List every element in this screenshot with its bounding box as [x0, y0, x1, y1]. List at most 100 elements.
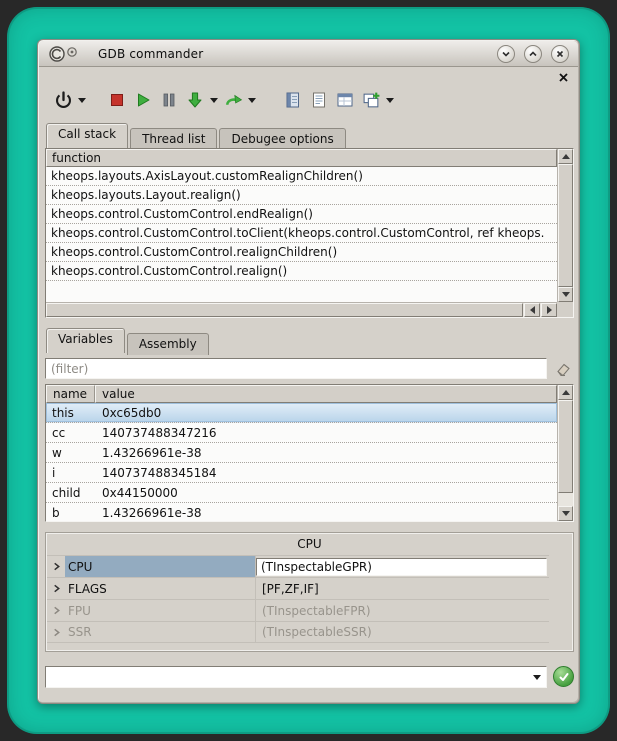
step-into-dropdown-button[interactable]	[208, 87, 220, 113]
cpu-register-row[interactable]: SSR (TInspectableSSR)	[47, 621, 549, 643]
chevron-right-icon	[52, 562, 61, 571]
clear-filter-button[interactable]	[552, 358, 574, 379]
arrow-down-icon	[562, 511, 570, 516]
step-into-button[interactable]	[182, 87, 208, 113]
check-icon	[558, 671, 570, 683]
variables-list: this 0xc65db0 cc 140737488347216 w 1.432…	[46, 403, 557, 521]
minimize-button[interactable]	[497, 45, 515, 63]
add-watch-dropdown-button[interactable]	[384, 87, 396, 113]
register-group-value: [PF,ZF,IF]	[255, 578, 549, 599]
tab-thread-list[interactable]: Thread list	[130, 128, 217, 150]
dropdown-arrow-icon	[210, 98, 218, 103]
dropdown-arrow-icon	[386, 98, 394, 103]
scroll-left-button[interactable]	[524, 303, 540, 317]
tab-variables[interactable]: Variables	[46, 328, 125, 353]
power-button[interactable]	[50, 87, 76, 113]
power-icon	[54, 91, 73, 110]
watch-window-button[interactable]	[332, 87, 358, 113]
scrollbar-thumb[interactable]	[558, 164, 573, 287]
variable-row[interactable]: i 140737488345184	[46, 463, 557, 483]
close-button[interactable]	[551, 45, 569, 63]
arrow-up-icon	[562, 154, 570, 159]
register-group-name: FPU	[65, 600, 255, 621]
expander[interactable]	[47, 600, 65, 621]
command-combobox[interactable]	[45, 666, 547, 688]
scroll-down-button[interactable]	[558, 506, 573, 521]
close-icon	[558, 72, 569, 83]
arrow-right-icon	[547, 306, 552, 314]
variable-name: w	[46, 446, 95, 460]
run-button[interactable]	[130, 87, 156, 113]
tab-assembly[interactable]: Assembly	[127, 333, 209, 355]
power-dropdown-button[interactable]	[76, 87, 88, 113]
execute-command-button[interactable]	[553, 666, 574, 687]
expander[interactable]	[47, 556, 65, 577]
scrollbar-thumb[interactable]	[46, 303, 523, 317]
call-stack-horizontal-scrollbar[interactable]	[46, 302, 557, 317]
cpu-register-row[interactable]: CPU (TInspectableGPR)	[47, 555, 549, 577]
call-stack-row[interactable]: kheops.control.CustomControl.realignChil…	[46, 243, 557, 262]
call-stack-row[interactable]: kheops.control.CustomControl.toClient(kh…	[46, 224, 557, 243]
expander[interactable]	[47, 622, 65, 642]
call-stack-vertical-scrollbar[interactable]	[557, 149, 573, 302]
view-report-button[interactable]	[306, 87, 332, 113]
cpu-panel-title: CPU	[46, 533, 573, 555]
chevron-up-icon	[528, 49, 538, 59]
debugger-tab-bar: Call stack Thread list Debugee options	[46, 124, 348, 148]
cpu-register-row[interactable]: FPU (TInspectableFPR)	[47, 599, 549, 621]
call-stack-row[interactable]: kheops.layouts.Layout.realign()	[46, 186, 557, 205]
scroll-down-button[interactable]	[558, 287, 573, 302]
variable-row[interactable]: this 0xc65db0	[46, 403, 557, 423]
step-over-dropdown-button[interactable]	[246, 87, 258, 113]
maximize-button[interactable]	[524, 45, 542, 63]
variable-row[interactable]: child 0x44150000	[46, 483, 557, 503]
scrollbar-thumb[interactable]	[558, 400, 573, 493]
variable-value: 0x44150000	[95, 486, 557, 500]
variable-row[interactable]: cc 140737488347216	[46, 423, 557, 443]
call-stack-row[interactable]: kheops.control.CustomControl.realign()	[46, 262, 557, 281]
command-input[interactable]	[46, 667, 528, 687]
register-group-value: (TInspectableSSR)	[255, 622, 549, 642]
dropdown-arrow-icon	[533, 675, 541, 680]
tab-call-stack[interactable]: Call stack	[46, 123, 128, 148]
step-over-button[interactable]	[220, 87, 246, 113]
clear-filter-icon	[554, 360, 572, 378]
view-log-button[interactable]	[280, 87, 306, 113]
tab-debugee-options[interactable]: Debugee options	[219, 128, 345, 150]
stop-button[interactable]	[104, 87, 130, 113]
variable-name: this	[46, 406, 95, 420]
scroll-up-button[interactable]	[558, 149, 573, 164]
call-stack-row[interactable]: kheops.layouts.AxisLayout.customRealignC…	[46, 167, 557, 186]
chevron-right-icon	[52, 584, 61, 593]
scroll-right-button[interactable]	[541, 303, 557, 317]
scroll-up-button[interactable]	[558, 385, 573, 400]
step-over-icon	[224, 91, 243, 110]
titlebar[interactable]: GDB commander	[39, 41, 578, 67]
desktop-background: GDB commander	[0, 0, 617, 741]
titlebar-buttons	[497, 45, 569, 63]
column-header-value[interactable]: value	[95, 385, 557, 403]
variable-value: 140737488345184	[95, 466, 557, 480]
pause-button[interactable]	[156, 87, 182, 113]
register-group-value: (TInspectableFPR)	[255, 600, 549, 621]
register-value-editor[interactable]: (TInspectableGPR)	[256, 558, 547, 576]
column-header-name[interactable]: name	[46, 385, 95, 403]
splitter-handle[interactable]	[45, 522, 574, 532]
variables-vertical-scrollbar[interactable]	[557, 385, 573, 521]
expander[interactable]	[47, 578, 65, 599]
watch-window-icon	[336, 91, 354, 109]
call-stack-panel: function kheops.layouts.AxisLayout.custo…	[45, 148, 574, 318]
app-icon[interactable]	[48, 45, 82, 63]
dock-close-button[interactable]	[557, 71, 569, 83]
register-group-value[interactable]: (TInspectableGPR)	[255, 556, 549, 577]
add-watch-button[interactable]	[358, 87, 384, 113]
call-stack-row[interactable]: kheops.control.CustomControl.endRealign(…	[46, 205, 557, 224]
command-dropdown-button[interactable]	[528, 667, 546, 687]
log-book-icon	[284, 91, 302, 109]
splitter-handle[interactable]	[45, 318, 574, 328]
cpu-register-row[interactable]: FLAGS [PF,ZF,IF]	[47, 577, 549, 599]
variable-row[interactable]: b 1.43266961e-38	[46, 503, 557, 521]
filter-input[interactable]	[45, 358, 547, 379]
call-stack-column-header[interactable]: function	[46, 149, 557, 167]
variable-row[interactable]: w 1.43266961e-38	[46, 443, 557, 463]
